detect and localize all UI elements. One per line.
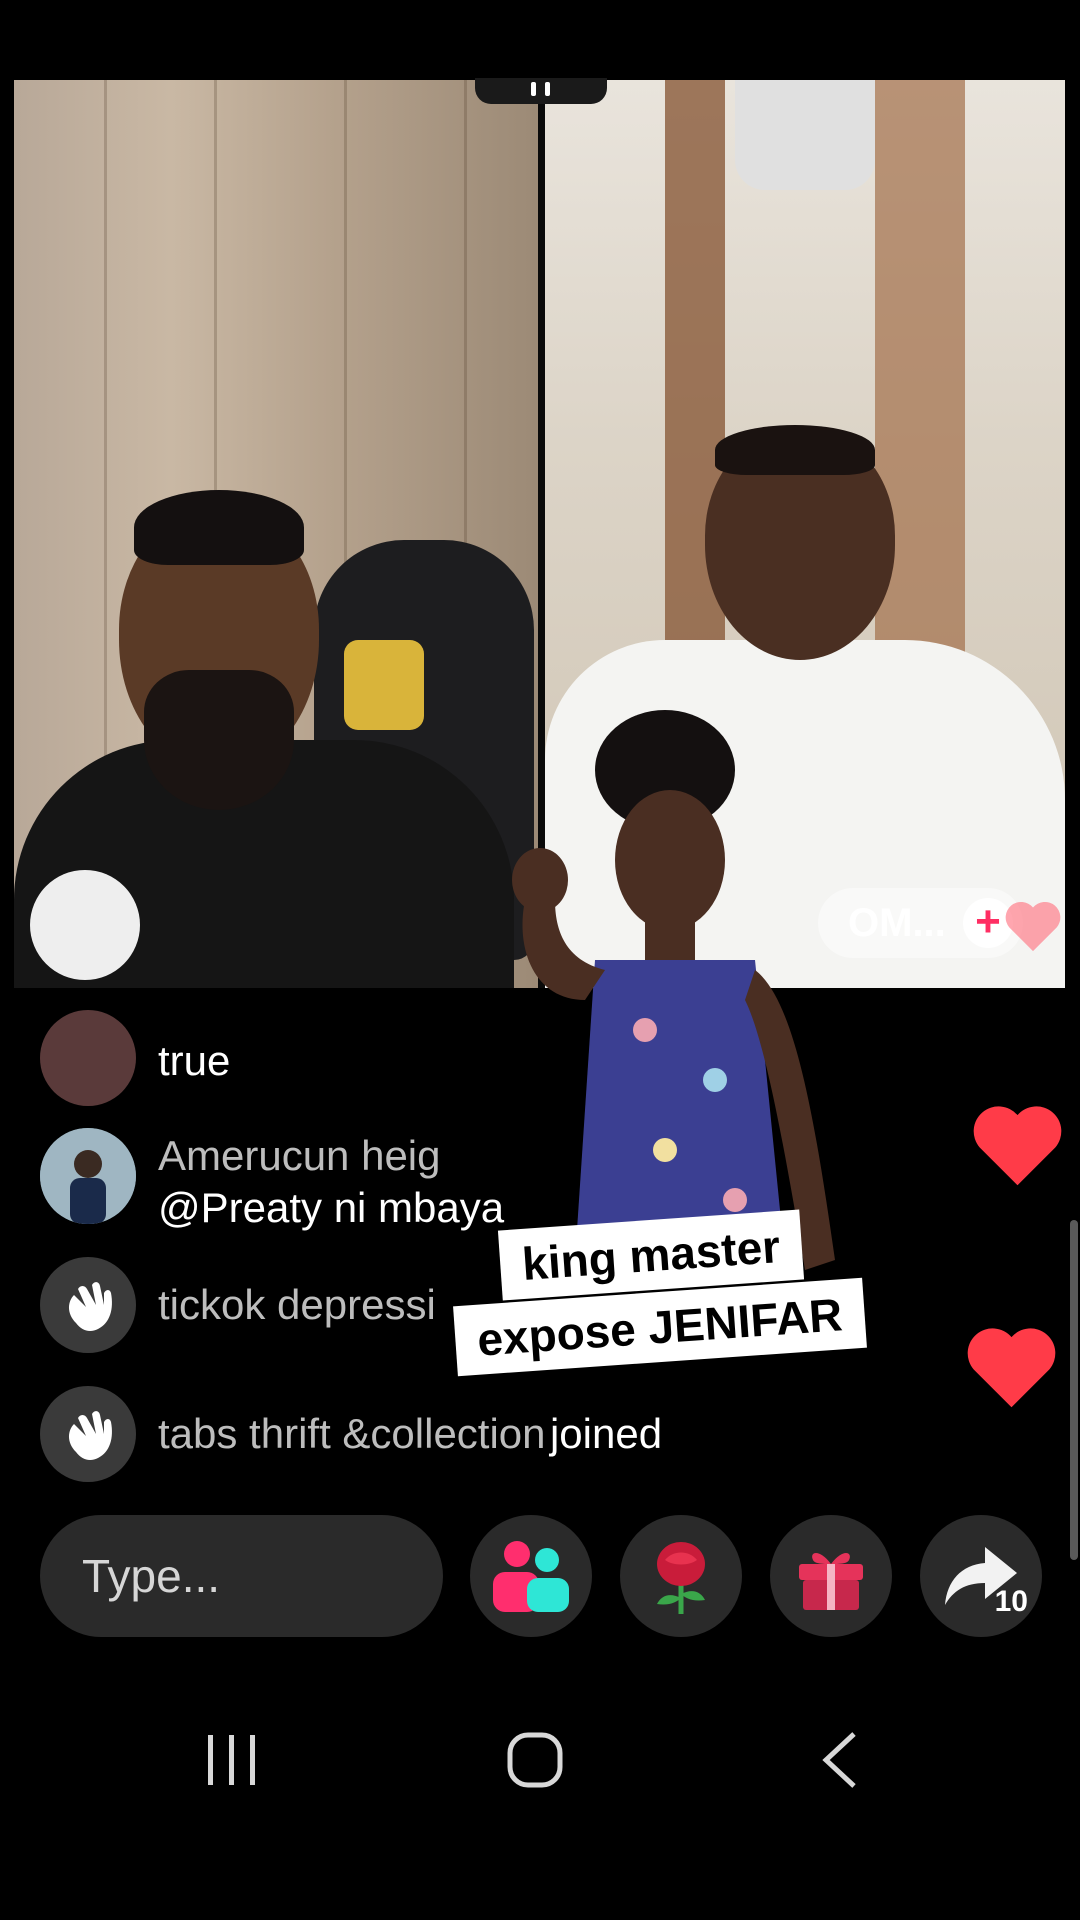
back-button[interactable] xyxy=(790,1720,890,1800)
comment-text: true xyxy=(158,1037,231,1084)
user-avatar[interactable] xyxy=(40,1128,136,1224)
back-icon xyxy=(822,1732,856,1788)
multi-guest-button[interactable] xyxy=(470,1515,592,1637)
home-icon xyxy=(507,1732,563,1788)
heart-icon xyxy=(973,1106,1062,1186)
recent-apps-button[interactable] xyxy=(182,1720,282,1800)
user-avatar[interactable] xyxy=(40,1010,136,1106)
wave-icon xyxy=(40,1257,136,1353)
heart-icon xyxy=(967,1328,1056,1408)
home-button[interactable] xyxy=(485,1720,585,1800)
ceiling-fan xyxy=(735,80,875,190)
comment-text: @Preaty ni mbaya xyxy=(158,1184,505,1231)
gift-button[interactable] xyxy=(770,1515,892,1637)
top-handle[interactable] xyxy=(475,78,607,104)
comment-username[interactable]: tickok depressi xyxy=(158,1279,436,1331)
heart-icon xyxy=(1005,901,1061,952)
shirt-logo xyxy=(30,870,140,980)
comment-username[interactable]: Amerucun heig xyxy=(158,1130,504,1182)
share-count: 10 xyxy=(994,1585,1028,1618)
gift-icon xyxy=(799,1553,863,1610)
joined-label: joined xyxy=(549,1410,663,1457)
share-button[interactable]: 10 xyxy=(920,1515,1042,1637)
live-screen: { "stream": { "guest_name": "OM...", "fo… xyxy=(0,0,1080,1920)
rose-gift-button[interactable] xyxy=(620,1515,742,1637)
join-item: tickok depressi xyxy=(40,1257,436,1353)
multi-guest-icon xyxy=(493,1541,569,1612)
rose-icon xyxy=(657,1542,705,1614)
wave-icon xyxy=(40,1386,136,1482)
comment-input[interactable] xyxy=(40,1515,443,1637)
scrollbar[interactable] xyxy=(1070,1220,1078,1560)
comment-username[interactable]: tabs thrift &collection xyxy=(158,1410,546,1457)
comment-item: Amerucun heig @Preaty ni mbaya xyxy=(40,1128,504,1234)
join-item: tabs thrift &collection joined xyxy=(40,1386,662,1482)
recent-apps-icon xyxy=(208,1735,255,1785)
comment-item: true xyxy=(40,1010,230,1106)
